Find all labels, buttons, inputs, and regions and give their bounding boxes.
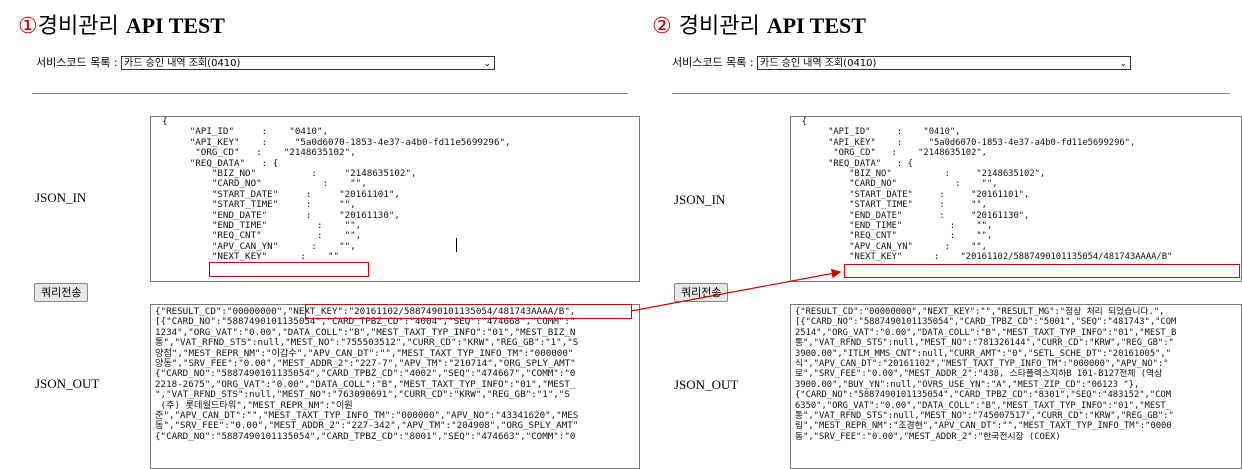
chevron-down-icon: ⌄	[483, 59, 492, 69]
json-out-line: [{"CARD_NO":"5887490101135054","CARD_TPB…	[795, 317, 1177, 328]
json-out-line: 동","SRV_FEE":"0.00","MEST_ADDR_2":"한국전시장…	[795, 431, 1061, 442]
json-out-line: {"RESULT_CD":"00000000","NEXT_KEY":"","R…	[795, 307, 1165, 317]
service-label: 서비스코드 목록 :	[36, 56, 118, 69]
json-in-content: { "API_ID" : "0410", "API_KEY" : "5a0d60…	[791, 117, 1241, 263]
json-out-line: 6350","ORG_VAT":"0.00","DATA_COLL":"B","…	[795, 400, 1172, 411]
json-in-line: "REQ_DATA" : {	[791, 158, 913, 169]
step-number: ①	[18, 14, 38, 39]
json-in-line: "CARD_NO" : "",	[791, 179, 998, 190]
title-latin: API TEST	[125, 13, 225, 38]
json-in-line: "NEXT_KEY" : ""	[151, 251, 340, 263]
json-in-line: "BIZ_NO" : "2148635102",	[791, 169, 1046, 180]
service-label: 서비스코드 목록 :	[672, 56, 754, 69]
json-in-line: "ORG_CD" : "2148635102",	[791, 148, 987, 159]
json-in-line: "END_TIME" : "",	[791, 221, 993, 232]
json-out-line: {"CARD_NO":"5887490101135054","CARD_TPBZ…	[795, 390, 1172, 401]
json-in-line: "END_DATE" : "20161130",	[791, 210, 1030, 221]
json-out-textarea[interactable]: {"RESULT_CD":"00000000","NEXT_KEY":"2016…	[150, 304, 640, 469]
panel-1: ①경비관리 API TEST 서비스코드 목록 : 카드 승인 내역 조회(04…	[0, 0, 640, 469]
json-out-line: 3900.00","BUY_YN":null,"OVRS_USE_YN":"A"…	[795, 379, 1140, 390]
json-out-line: 3900.00","ITLM_MMS_CNT":null,"CURR_AMT":…	[795, 348, 1172, 359]
service-select-value: 카드 승인 내역 조회(0410)	[760, 58, 877, 69]
json-out-label: JSON_OUT	[35, 376, 100, 391]
json-in-line: "START_DATE" : "20161101",	[791, 189, 1030, 200]
json-out-textarea[interactable]: {"RESULT_CD":"00000000","NEXT_KEY":"","R…	[790, 304, 1242, 469]
json-out-content: {"RESULT_CD":"00000000","NEXT_KEY":"","R…	[791, 305, 1241, 442]
json-in-label: JSON_IN	[35, 190, 87, 205]
json-out-line: 2514","ORG_VAT":"0.00","DATA_COLL":"B","…	[795, 327, 1177, 338]
service-select-value: 카드 승인 내역 조회(0410)	[124, 58, 241, 69]
query-send-button[interactable]: 쿼리전송	[34, 283, 89, 302]
json-out-line: 통","VAT_RFND_STS":null,"MEST_NO":"781326…	[795, 338, 1174, 349]
page-title: ② 경비관리 API TEST	[652, 8, 866, 40]
step-number: ②	[652, 14, 672, 39]
json-in-line: {	[791, 117, 807, 127]
json-in-textarea[interactable]: { "API_ID" : "0410", "API_KEY" : "5a0d60…	[790, 116, 1242, 282]
json-out-line: 로","SRV_FEE":"0.00","MEST_ADDR_2":"438, …	[795, 369, 1163, 380]
json-in-line: "API_ID" : "0410",	[791, 127, 961, 138]
json-out-content: {"RESULT_CD":"00000000","NEXT_KEY":"2016…	[151, 305, 639, 442]
title-korean: 경비관리	[37, 14, 126, 39]
title-korean: 경비관리	[671, 14, 767, 39]
service-row: 서비스코드 목록 : 카드 승인 내역 조회(0410) ⌄	[36, 54, 496, 70]
panel-2: ② 경비관리 API TEST 서비스코드 목록 : 카드 승인 내역 조회(0…	[640, 0, 1242, 469]
service-row: 서비스코드 목록 : 카드 승인 내역 조회(0410) ⌄	[672, 54, 1132, 70]
title-latin: API TEST	[766, 13, 866, 38]
json-in-textarea[interactable]: { "API_ID" : "0410", "API_KEY" : "5a0d60…	[150, 116, 640, 282]
json-out-line: {"CARD_NO":"5887490101135054","CARD_TPBZ…	[155, 430, 576, 442]
json-out-line: 통","VAT_RFND_STS":null,"MEST_NO":"745007…	[795, 411, 1174, 422]
json-out-line: 림","MEST_REPR_NM":"조경현","APV_CAN_DT":"",…	[795, 421, 1172, 432]
page-title: ①경비관리 API TEST	[18, 8, 225, 40]
json-in-label: JSON_IN	[674, 192, 726, 207]
text-cursor	[456, 238, 457, 252]
json-in-line: "START_TIME" : "",	[791, 200, 987, 211]
json-in-line: "REQ_CNT" : "",	[791, 231, 993, 242]
json-in-line: "API_KEY" : "5a0d6070-1853-4e37-a4b0-fd1…	[791, 137, 1136, 148]
chevron-down-icon: ⌄	[1119, 59, 1128, 69]
json-in-line: "APV_CAN_YN" : "",	[791, 241, 987, 252]
json-out-line: 식","APV_CAN_DT":"20161102","MEST_TAXT_TY…	[795, 359, 1169, 370]
service-select[interactable]: 카드 승인 내역 조회(0410) ⌄	[121, 56, 496, 70]
json-in-content: { "API_ID" : "0410", "API_KEY" : "5a0d60…	[151, 117, 639, 263]
json-out-label: JSON_OUT	[674, 377, 739, 392]
service-select[interactable]: 카드 승인 내역 조회(0410) ⌄	[757, 56, 1132, 70]
query-send-button[interactable]: 쿼리전송	[674, 283, 729, 302]
json-in-line: "NEXT_KEY" : "20161102/5887490101135054/…	[791, 252, 1173, 263]
divider	[672, 93, 1230, 94]
divider	[32, 93, 628, 94]
